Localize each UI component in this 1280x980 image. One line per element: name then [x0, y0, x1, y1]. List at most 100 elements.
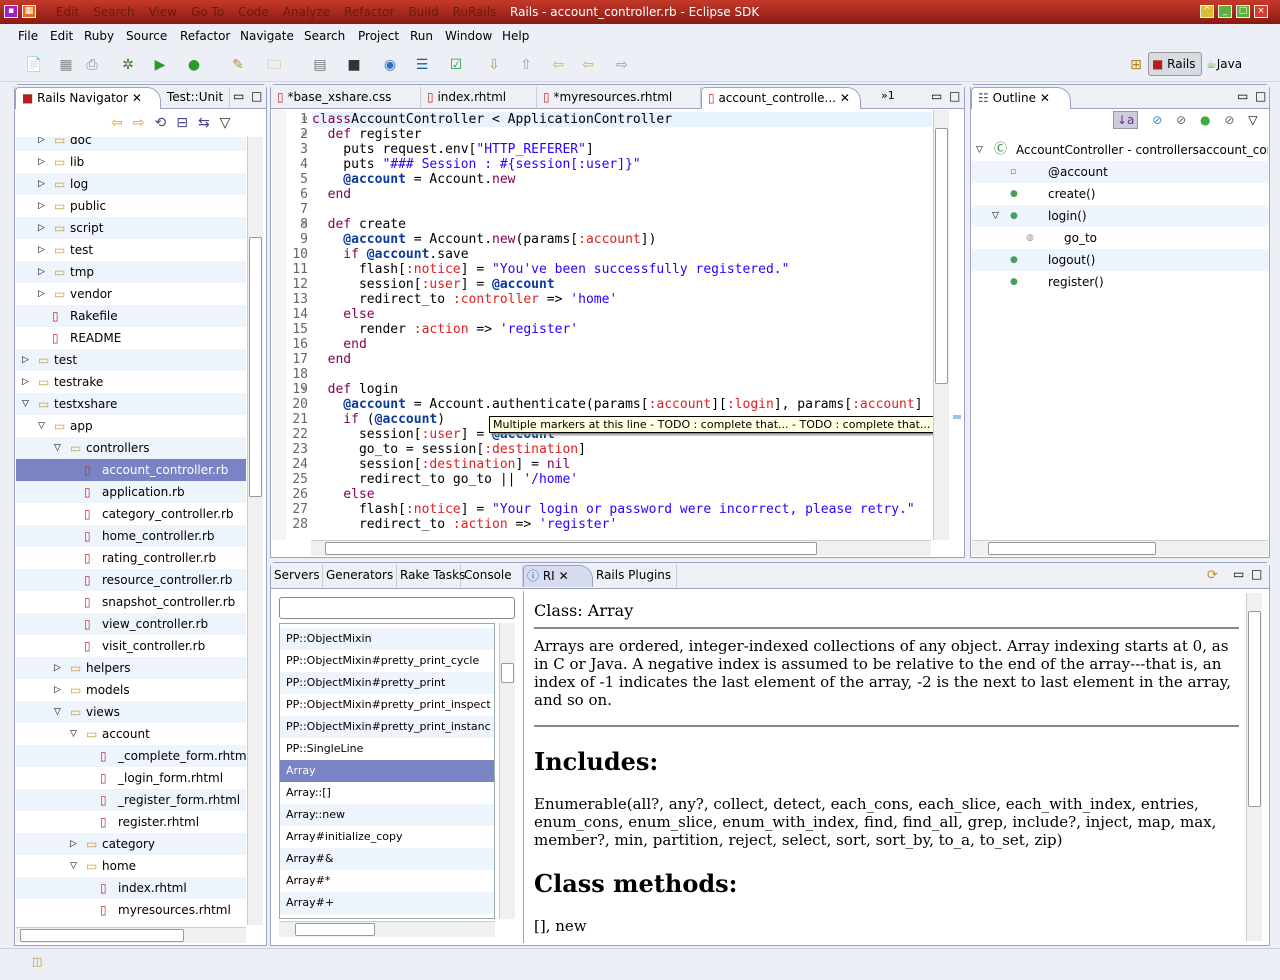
overview-marker[interactable] [953, 415, 961, 419]
tree-item[interactable]: ▷ ▭ test [16, 239, 246, 261]
tree-item[interactable]: ▽ ▭ controllers [16, 437, 246, 459]
tree-item[interactable]: ▷ ▭ doc [16, 137, 246, 151]
collapsed-arrow-icon[interactable]: ▷ [38, 137, 45, 151]
back-icon[interactable]: ⇦ [578, 56, 598, 74]
print-icon[interactable]: ⎙ [82, 56, 102, 74]
tree-item[interactable]: ▯ visit_controller.rb [16, 635, 246, 657]
ri-list-item[interactable]: Array::[] [280, 782, 494, 804]
tree-item[interactable]: ▯ snapshot_controller.rb [16, 591, 246, 613]
check-icon[interactable]: ☑ [446, 56, 466, 74]
close-icon[interactable]: ✕ [840, 91, 850, 105]
tree-item[interactable]: ▯ view_controller.rb [16, 613, 246, 635]
browser-icon[interactable]: ◉ [380, 56, 400, 74]
collapsed-arrow-icon[interactable]: ▷ [38, 151, 45, 173]
ri-list-item[interactable]: PP::ObjectMixin [280, 628, 494, 650]
minimize-button[interactable]: ^ [1200, 5, 1214, 18]
tree-item[interactable]: ▷ ▭ test [16, 349, 246, 371]
hide-nonpublic-icon[interactable]: ● [1200, 113, 1210, 127]
sort-icon[interactable]: ↓a [1113, 111, 1139, 129]
tree-item[interactable]: ▯ resource_controller.rb [16, 569, 246, 591]
collapsed-arrow-icon[interactable]: ▷ [22, 349, 29, 371]
open-perspective-icon[interactable]: ⊞ [1126, 56, 1146, 74]
expanded-arrow-icon[interactable]: ▽ [70, 723, 77, 745]
shade-button[interactable]: _ [1218, 5, 1232, 18]
copy-icon[interactable]: ▤ [310, 56, 330, 74]
tab-test-unit[interactable]: Test::Unit [161, 87, 231, 109]
ri-list-item[interactable]: PP::ObjectMixin#pretty_print [280, 672, 494, 694]
navigator-vscrollbar[interactable] [247, 137, 263, 925]
menu-navigate[interactable]: Navigate [240, 29, 294, 43]
tab-rake-tasks[interactable]: Rake Tasks [397, 565, 465, 587]
collapsed-arrow-icon[interactable]: ▷ [22, 371, 29, 393]
menu-file[interactable]: File [18, 29, 38, 43]
outline-hscrollbar[interactable] [972, 540, 1268, 556]
tree-item[interactable]: ▯ README [16, 327, 246, 349]
next-annotation-icon[interactable]: ⇩ [484, 56, 504, 74]
tab-console[interactable]: Console [461, 565, 523, 587]
collapsed-arrow-icon[interactable]: ▷ [38, 261, 45, 283]
expanded-arrow-icon[interactable]: ▽ [54, 701, 61, 723]
minimize-icon[interactable]: ▭ [931, 89, 942, 103]
tree-item[interactable]: ▯ _complete_form.rhtml [16, 745, 246, 767]
tree-item[interactable]: ▯ Rakefile [16, 305, 246, 327]
tree-item[interactable]: ▯ application.rb [16, 481, 246, 503]
tab-servers[interactable]: Servers [271, 565, 323, 587]
hide-static-icon[interactable]: ⊘ [1176, 113, 1186, 127]
ri-list-item[interactable]: PP::SingleLine [280, 738, 494, 760]
minimize-icon[interactable]: ▭ [233, 89, 244, 103]
expanded-arrow-icon[interactable]: ▽ [992, 205, 999, 227]
hide-local-icon[interactable]: ⊘ [1224, 113, 1234, 127]
collapsed-arrow-icon[interactable]: ▷ [70, 833, 77, 855]
tab-generators[interactable]: Generators [323, 565, 397, 587]
ri-list-hscrollbar[interactable] [279, 921, 495, 937]
tree-item[interactable]: ▷ ▭ lib [16, 151, 246, 173]
new-icon[interactable]: 📄 [24, 56, 44, 74]
ri-list-item[interactable]: Array#+ [280, 892, 494, 914]
tree-item[interactable]: ▯ account_controller.rb [16, 459, 246, 481]
collapsed-arrow-icon[interactable]: ▷ [38, 283, 45, 305]
ri-list-vscrollbar[interactable] [499, 623, 515, 919]
maximize-button[interactable]: □ [1236, 5, 1250, 18]
editor-vscrollbar[interactable] [933, 110, 949, 540]
tree-item[interactable]: ▷ ▭ tmp [16, 261, 246, 283]
tree-item[interactable]: ▷ ▭ models [16, 679, 246, 701]
up-icon[interactable]: ⟲ [154, 115, 176, 131]
ri-list-item[interactable]: PP::ObjectMixin#pretty_print_inspect [280, 694, 494, 716]
forward-icon[interactable]: ⇨ [612, 56, 632, 74]
open-folder-icon[interactable]: 🗀 [264, 56, 284, 74]
navigator-hscrollbar[interactable] [16, 927, 246, 943]
tab-ri[interactable]: ⓘ RI ✕ [523, 565, 593, 587]
tree-item[interactable]: ▽ ▭ app [16, 415, 246, 437]
tree-item[interactable]: ▯ rating_controller.rb [16, 547, 246, 569]
refresh-icon[interactable]: ⟳ [1207, 568, 1218, 583]
outline-item[interactable]: ◍ go_to [972, 227, 1268, 249]
expanded-arrow-icon[interactable]: ▽ [38, 415, 45, 437]
fold-icon[interactable]: ⊖ [302, 127, 307, 142]
app-icon[interactable]: ▦ [22, 5, 36, 18]
tab-rails-navigator[interactable]: ■ Rails Navigator ✕ [15, 87, 161, 109]
tree-item[interactable]: ▯ register.rhtml [16, 811, 246, 833]
fold-icon[interactable]: ⊖ [302, 382, 307, 397]
ri-list-item[interactable]: Array#& [280, 848, 494, 870]
debug-icon[interactable]: ✲ [118, 56, 138, 74]
editor-tab[interactable]: ▯ index.rhtml [421, 87, 537, 109]
menu-help[interactable]: Help [502, 29, 529, 43]
ri-list-item[interactable]: Array#initialize_copy [280, 826, 494, 848]
outline-item[interactable]: ● create() [972, 183, 1268, 205]
hide-fields-icon[interactable]: ⊘ [1152, 113, 1162, 127]
close-icon[interactable]: ✕ [1040, 91, 1050, 105]
ri-list-item[interactable]: PP::ObjectMixin#pretty_print_cycle [280, 650, 494, 672]
ri-list-item[interactable]: Array [280, 760, 494, 782]
outline-item[interactable]: ● register() [972, 271, 1268, 293]
run-icon[interactable]: ▶ [150, 56, 170, 74]
collapsed-arrow-icon[interactable]: ▷ [38, 217, 45, 239]
menu-project[interactable]: Project [358, 29, 399, 43]
maximize-icon[interactable]: □ [1251, 567, 1262, 581]
tree-item[interactable]: ▷ ▭ script [16, 217, 246, 239]
tree-item[interactable]: ▷ ▭ vendor [16, 283, 246, 305]
collapsed-arrow-icon[interactable]: ▷ [38, 239, 45, 261]
close-button[interactable]: × [1254, 5, 1268, 18]
collapsed-arrow-icon[interactable]: ▷ [38, 195, 45, 217]
save-icon[interactable]: ▦ [56, 56, 76, 74]
outline-item[interactable]: ● logout() [972, 249, 1268, 271]
